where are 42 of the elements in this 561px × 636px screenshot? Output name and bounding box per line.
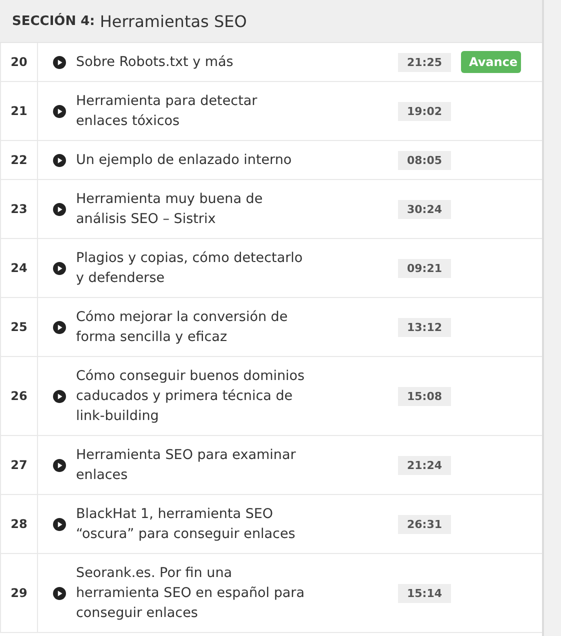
lecture-duration: 19:02	[398, 102, 451, 120]
play-icon[interactable]	[52, 56, 66, 68]
lecture-duration: 30:24	[398, 200, 451, 218]
play-icon[interactable]	[52, 262, 66, 274]
lecture-duration: 08:05	[398, 150, 451, 170]
lecture-title[interactable]: Un ejemplo de enlazado interno	[76, 141, 306, 179]
lecture-number: 27	[10, 458, 28, 472]
lecture-number: 23	[10, 202, 28, 216]
lecture-title[interactable]: Plagios y copias, cómo detectarlo y defenderse	[76, 239, 306, 297]
lecture-number: 22	[10, 153, 28, 167]
lecture-title[interactable]: Herramienta SEO para examinar enlaces	[76, 436, 306, 494]
play-icon[interactable]	[52, 518, 66, 530]
lecture-number: 28	[10, 517, 28, 531]
lecture-number: 20	[10, 55, 28, 69]
lecture-number: 26	[10, 389, 28, 403]
play-icon[interactable]	[52, 154, 66, 166]
lecture-duration: 09:21	[398, 258, 451, 278]
lecture-title[interactable]: Seorank.es. Por fin una herramienta SEO en español para conseguir enlaces	[76, 554, 306, 632]
lecture-duration: 15:14	[398, 584, 451, 602]
lecture-number: 24	[10, 261, 28, 275]
lecture-title[interactable]: Herramienta muy buena de análisis SEO – Sistrix	[76, 180, 306, 238]
lecture-number: 21	[10, 104, 28, 118]
lecture-title[interactable]: Cómo conseguir buenos dominios caducados y primera técnica de link-building	[76, 357, 306, 435]
play-icon[interactable]	[52, 320, 66, 334]
play-icon[interactable]	[52, 390, 66, 402]
lecture-number: 29	[10, 586, 28, 600]
lecture-title[interactable]: Cómo mejorar la conversión de forma sencilla y eficaz	[76, 298, 306, 356]
play-icon[interactable]	[52, 458, 66, 472]
lecture-number: 25	[10, 320, 28, 334]
lecture-title[interactable]: Sobre Robots.txt y más	[76, 43, 306, 81]
section-title: Herramientas SEO	[100, 12, 247, 30]
lecture-title[interactable]: BlackHat 1, herramienta SEO “oscura” para conseguir enlaces	[76, 495, 306, 553]
lecture-duration: 21:24	[398, 456, 451, 474]
lecture-duration: 15:08	[398, 386, 451, 406]
lecture-duration: 13:12	[398, 318, 451, 336]
play-icon[interactable]	[52, 202, 66, 216]
lecture-title[interactable]: Herramienta para detectar enlaces tóxicos	[76, 82, 306, 140]
play-icon[interactable]	[52, 104, 66, 118]
play-icon[interactable]	[52, 586, 66, 600]
section-label: SECCIÓN 4:	[12, 14, 95, 28]
lecture-duration: 26:31	[398, 514, 451, 534]
lecture-duration: 21:25	[398, 52, 451, 72]
